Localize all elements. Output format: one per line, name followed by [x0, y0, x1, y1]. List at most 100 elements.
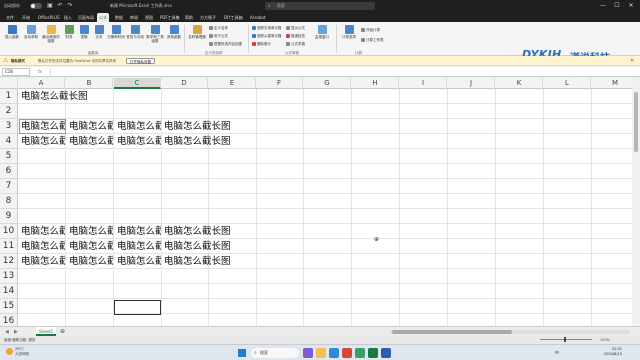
tab-data[interactable]: 数据	[113, 13, 125, 22]
tab-pdf-tools[interactable]: PDF工具集	[158, 13, 182, 22]
excel-icon[interactable]	[368, 348, 378, 358]
row-header-3[interactable]: 3	[0, 119, 18, 134]
vertical-scrollbar[interactable]	[632, 78, 640, 326]
select-all-corner[interactable]	[0, 78, 18, 89]
calculate-sheet-button[interactable]: 计算工作表	[361, 38, 384, 42]
cell-b10[interactable]: 电脑怎么截	[69, 224, 113, 239]
insert-function-button[interactable]: 插入函数	[3, 25, 21, 39]
cell-b12[interactable]: 电脑怎么截	[69, 254, 113, 269]
lookup-reference-button[interactable]: 查找与引用	[126, 25, 144, 39]
redo-icon[interactable]: ↷	[66, 2, 74, 10]
cell-b11[interactable]: 电脑怎么截	[69, 239, 113, 254]
column-header-k[interactable]: K	[496, 78, 543, 89]
cell-c3[interactable]: 电脑怎么截	[117, 119, 161, 134]
tab-fangfanggezi[interactable]: 方方格子	[198, 13, 218, 22]
cell-c10[interactable]: 电脑怎么截	[117, 224, 161, 239]
cell-a4[interactable]: 电脑怎么截	[21, 134, 65, 149]
watch-window-button[interactable]: 监视窗口	[312, 25, 332, 39]
horizontal-scrollbar[interactable]	[390, 330, 630, 334]
calculate-now-button[interactable]: 开始计算	[361, 28, 380, 32]
column-header-i[interactable]: I	[400, 78, 447, 89]
row-header-7[interactable]: 7	[0, 179, 18, 194]
tab-officeplus[interactable]: OfficePLUS	[36, 13, 62, 22]
column-header-m[interactable]: M	[592, 78, 632, 89]
zoom-slider[interactable]	[540, 337, 592, 342]
row-header-9[interactable]: 9	[0, 209, 18, 224]
tab-acrobat[interactable]: Acrobat	[248, 13, 267, 22]
column-header-b[interactable]: B	[66, 78, 113, 89]
autosave-toggle[interactable]	[30, 3, 42, 9]
vertical-scroll-thumb[interactable]	[634, 92, 638, 152]
column-header-j[interactable]: J	[448, 78, 495, 89]
info-bar-close-icon[interactable]: ✕	[630, 56, 634, 66]
cell-a10[interactable]: 电脑怎么截	[21, 224, 65, 239]
cell-d3[interactable]: 电脑怎么截长图	[164, 119, 284, 134]
tab-home[interactable]: 开始	[20, 13, 32, 22]
cell-a1[interactable]: 电脑怎么截长图	[21, 89, 171, 104]
zoom-level[interactable]: 100%	[600, 336, 610, 344]
row-header-6[interactable]: 6	[0, 164, 18, 179]
recent-functions-button[interactable]: 最近使用的函数	[41, 25, 61, 43]
row-header-13[interactable]: 13	[0, 269, 18, 284]
horizontal-scroll-thumb[interactable]	[392, 330, 512, 334]
close-button[interactable]: ✕	[624, 0, 638, 12]
row-header-1[interactable]: 1	[0, 89, 18, 104]
column-header-f[interactable]: F	[256, 78, 303, 89]
undo-icon[interactable]: ↶	[56, 2, 64, 10]
column-header-g[interactable]: G	[304, 78, 351, 89]
row-header-12[interactable]: 12	[0, 254, 18, 269]
cell-c12[interactable]: 电脑怎么截	[117, 254, 161, 269]
tab-review[interactable]: 审阅	[128, 13, 140, 22]
active-cell-selection[interactable]	[114, 300, 161, 315]
minimize-button[interactable]: —	[596, 0, 610, 12]
column-header-d[interactable]: D	[161, 78, 208, 89]
cell-c11[interactable]: 电脑怎么截	[117, 239, 161, 254]
cell-d10[interactable]: 电脑怎么截长图	[164, 224, 284, 239]
tab-file[interactable]: 文件	[4, 13, 16, 22]
logical-button[interactable]: 逻辑	[77, 25, 91, 39]
row-header-4[interactable]: 4	[0, 134, 18, 149]
column-header-l[interactable]: L	[544, 78, 591, 89]
row-header-10[interactable]: 10	[0, 224, 18, 239]
row-header-14[interactable]: 14	[0, 284, 18, 299]
cell-d11[interactable]: 电脑怎么截长图	[164, 239, 284, 254]
tab-help[interactable]: 帮助	[183, 13, 195, 22]
create-from-selection-button[interactable]: 根据所选内容创建	[209, 42, 242, 46]
row-header-8[interactable]: 8	[0, 194, 18, 209]
text-button[interactable]: 文本	[92, 25, 106, 39]
tab-insert[interactable]: 插入	[62, 13, 74, 22]
save-icon[interactable]: ▣	[46, 2, 54, 10]
fx-icon[interactable]: fx	[38, 67, 42, 77]
calculation-options-button[interactable]: 计算选项	[339, 25, 359, 39]
column-header-c[interactable]: C	[114, 78, 161, 89]
cell-b4[interactable]: 电脑怎么截	[69, 134, 113, 149]
row-header-15[interactable]: 15	[0, 299, 18, 314]
tab-page-layout[interactable]: 页面布局	[76, 13, 96, 22]
name-box[interactable]: C16	[2, 68, 30, 76]
row-header-16[interactable]: 16	[0, 314, 18, 326]
define-name-button[interactable]: 定义名称	[209, 26, 228, 30]
row-header-5[interactable]: 5	[0, 149, 18, 164]
privacy-settings-button[interactable]: 打开隐私设置	[126, 58, 155, 64]
evaluate-formula-button[interactable]: 公式求值	[286, 42, 305, 46]
tab-diy-toolbox[interactable]: DIY工具箱	[222, 13, 245, 22]
row-header-11[interactable]: 11	[0, 239, 18, 254]
autosum-button[interactable]: 自动求和	[22, 25, 40, 39]
cell-a11[interactable]: 电脑怎么截	[21, 239, 65, 254]
cell-a12[interactable]: 电脑怎么截	[21, 254, 65, 269]
use-in-formula-button[interactable]: 用于公式	[209, 34, 228, 38]
date-time-button[interactable]: 日期和时间	[107, 25, 125, 39]
taskbar-search-input[interactable]: ⌕ 搜索	[251, 348, 299, 358]
formula-input[interactable]	[50, 68, 635, 76]
tab-formulas[interactable]: 公式	[97, 13, 109, 22]
financial-button[interactable]: 财务	[62, 25, 76, 39]
trace-precedents-button[interactable]: 追踪引用单元格	[252, 26, 282, 30]
name-manager-button[interactable]: 名称管理器	[187, 25, 207, 39]
row-header-2[interactable]: 2	[0, 104, 18, 119]
cell-b3[interactable]: 电脑怎么截	[69, 119, 113, 134]
cell-d12[interactable]: 电脑怎么截长图	[164, 254, 284, 269]
error-checking-button[interactable]: 错误检查	[286, 34, 305, 38]
maximize-button[interactable]: ☐	[610, 0, 624, 12]
column-header-h[interactable]: H	[352, 78, 399, 89]
word-icon[interactable]	[381, 348, 391, 358]
